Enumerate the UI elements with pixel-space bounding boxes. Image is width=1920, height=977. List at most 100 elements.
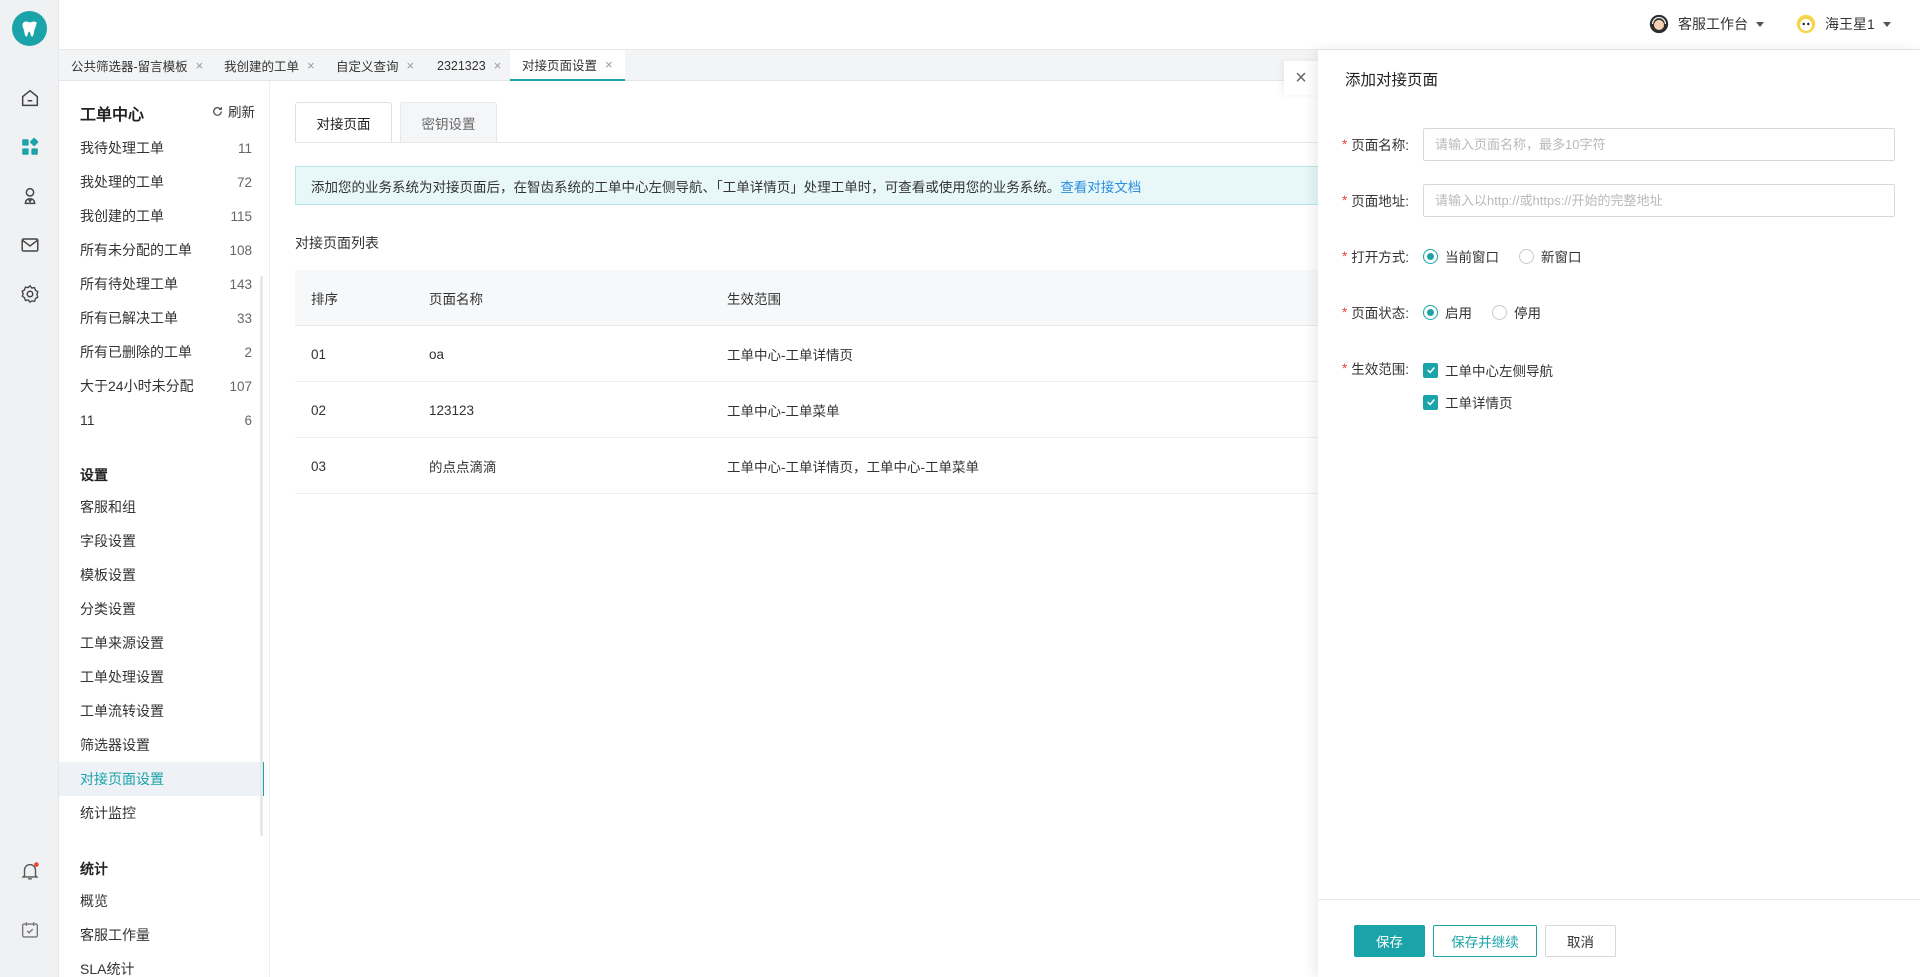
icon-sidebar: [0, 0, 59, 977]
subtab-label: 密钥设置: [421, 116, 476, 132]
sidebar-item-label: 我待处理工单: [80, 140, 164, 156]
page-url-input[interactable]: [1423, 184, 1895, 217]
sidebar-item-agents-groups[interactable]: 客服和组: [59, 490, 264, 524]
radio-label: 当前窗口: [1445, 250, 1499, 265]
row-order: 01: [311, 346, 327, 362]
ticket-sidebar: 工单中心 刷新 我待处理工单 11 我处理的工单 72 我创建的工单 115 所有未分…: [59, 81, 270, 977]
dashboard-icon[interactable]: [17, 134, 43, 160]
required-mark: *: [1342, 192, 1348, 208]
row-scope: 工单中心-工单详情页，工单中心-工单菜单: [727, 460, 979, 475]
workspace-menu[interactable]: 客服工作台: [1648, 13, 1764, 35]
sidebar-item-count: 72: [236, 174, 252, 190]
sidebar-item-my-pending[interactable]: 我待处理工单 11: [59, 131, 264, 165]
tab-public-filter[interactable]: 公共筛选器-留言模板 ×: [59, 50, 215, 81]
sidebar-item-all-pending[interactable]: 所有待处理工单 143: [59, 267, 264, 301]
user-menu[interactable]: 海王星1: [1795, 13, 1891, 35]
calendar-icon[interactable]: [17, 917, 43, 943]
tab-my-created[interactable]: 我创建的工单 ×: [212, 50, 327, 81]
save-button[interactable]: 保存: [1354, 925, 1425, 957]
sidebar-item-label: 大于24小时未分配: [80, 378, 194, 394]
sidebar-item-overview[interactable]: 概览: [59, 884, 264, 918]
sidebar-item-label: 所有已解决工单: [80, 310, 178, 326]
sidebar-item-count: 107: [229, 378, 252, 394]
customer-icon[interactable]: [17, 183, 43, 209]
page-status-radio-group: 启用 停用: [1423, 296, 1561, 328]
row-scope: 工单中心-工单菜单: [727, 404, 840, 419]
row-name: oa: [429, 346, 445, 362]
checkbox-ticket-left-nav[interactable]: 工单中心左侧导航: [1423, 360, 1553, 380]
cancel-button[interactable]: 取消: [1545, 925, 1616, 957]
drawer-close-button[interactable]: ×: [1284, 61, 1318, 95]
column-header-order: 排序: [311, 292, 338, 307]
checkbox-checked-icon: [1423, 362, 1438, 378]
sidebar-item-label: 客服和组: [80, 499, 136, 515]
tab-integration-pages[interactable]: 对接页面: [295, 102, 392, 142]
sidebar-item-integration-page-settings[interactable]: 对接页面设置: [59, 762, 264, 796]
sidebar-item-over-24h-unassigned[interactable]: 大于24小时未分配 107: [59, 369, 264, 403]
sidebar-item-label: 对接页面设置: [80, 771, 164, 787]
subtab-label: 对接页面: [316, 116, 371, 132]
sidebar-item-monitoring[interactable]: 统计监控: [59, 796, 264, 830]
sidebar-item-custom-11[interactable]: 11 6: [59, 403, 264, 437]
tab-label: 公共筛选器-留言模板: [71, 60, 188, 74]
mail-icon[interactable]: [17, 232, 43, 258]
sidebar-item-flow-settings[interactable]: 工单流转设置: [59, 694, 264, 728]
sidebar-item-label: 工单处理设置: [80, 669, 164, 685]
sidebar-item-label: 我创建的工单: [80, 208, 164, 224]
required-mark: *: [1342, 248, 1348, 264]
app-logo[interactable]: [12, 11, 47, 46]
tab-key-settings[interactable]: 密钥设置: [400, 102, 497, 142]
sidebar-item-label: 所有已删除的工单: [80, 344, 192, 360]
sidebar-item-sla-stats[interactable]: SLA统计: [59, 952, 264, 977]
page-name-input[interactable]: [1423, 128, 1895, 161]
checkbox-ticket-detail-page[interactable]: 工单详情页: [1423, 392, 1513, 412]
sidebar-item-all-resolved[interactable]: 所有已解决工单 33: [59, 301, 264, 335]
sidebar-item-label: 所有未分配的工单: [80, 242, 192, 258]
tab-2321323[interactable]: 2321323 ×: [425, 50, 513, 81]
settings-gear-icon[interactable]: [17, 281, 43, 307]
radio-enabled[interactable]: 启用: [1423, 302, 1472, 322]
sidebar-item-category-settings[interactable]: 分类设置: [59, 592, 264, 626]
field-label-text: 页面名称:: [1351, 138, 1410, 153]
close-icon[interactable]: ×: [196, 58, 204, 73]
required-mark: *: [1342, 304, 1348, 320]
notice-text: 添加您的业务系统为对接页面后，在智齿系统的工单中心左侧导航、「工单详情页」处理工…: [311, 179, 1061, 195]
column-header-name: 页面名称: [429, 292, 483, 307]
refresh-button[interactable]: 刷新: [211, 101, 255, 121]
save-and-continue-button[interactable]: 保存并继续: [1433, 925, 1537, 957]
tab-custom-query[interactable]: 自定义查询 ×: [324, 50, 426, 81]
sidebar-item-all-deleted[interactable]: 所有已删除的工单 2: [59, 335, 264, 369]
stats-section-title: 统计: [80, 861, 108, 877]
add-integration-page-drawer: 添加对接页面 *页面名称: *页面地址: *打开方式: 当前窗口 新窗口 *页面…: [1318, 50, 1920, 977]
bell-icon[interactable]: [17, 858, 43, 884]
sidebar-item-handling-settings[interactable]: 工单处理设置: [59, 660, 264, 694]
close-icon[interactable]: ×: [494, 58, 502, 73]
view-docs-link[interactable]: 查看对接文档: [1060, 176, 1141, 196]
close-icon[interactable]: ×: [307, 58, 315, 73]
sidebar-item-label: 模板设置: [80, 567, 136, 583]
radio-disabled[interactable]: 停用: [1492, 302, 1541, 322]
tab-label: 自定义查询: [336, 60, 399, 74]
sidebar-item-all-unassigned[interactable]: 所有未分配的工单 108: [59, 233, 264, 267]
row-scope: 工单中心-工单详情页: [727, 348, 853, 363]
sidebar-item-filter-settings[interactable]: 筛选器设置: [59, 728, 264, 762]
sidebar-item-source-settings[interactable]: 工单来源设置: [59, 626, 264, 660]
chevron-down-icon: [1756, 21, 1764, 27]
radio-new-window[interactable]: 新窗口: [1519, 246, 1582, 266]
sidebar-item-template-settings[interactable]: 模板设置: [59, 558, 264, 592]
sidebar-item-field-settings[interactable]: 字段设置: [59, 524, 264, 558]
user-name: 海王星1: [1825, 16, 1875, 32]
sidebar-item-my-created[interactable]: 我创建的工单 115: [59, 199, 264, 233]
radio-current-window[interactable]: 当前窗口: [1423, 246, 1499, 266]
sidebar-scrollbar[interactable]: [260, 276, 263, 836]
scope-label: * 生效范围:: [1342, 352, 1409, 384]
tab-label: 对接页面设置: [522, 59, 598, 73]
sidebar-item-my-handled[interactable]: 我处理的工单 72: [59, 165, 264, 199]
tab-integration-page-settings[interactable]: 对接页面设置 ×: [510, 50, 625, 81]
radio-selected-icon: [1423, 304, 1438, 320]
sidebar-item-agent-workload[interactable]: 客服工作量: [59, 918, 264, 952]
close-icon[interactable]: ×: [605, 57, 613, 72]
radio-selected-icon: [1423, 248, 1438, 264]
close-icon[interactable]: ×: [407, 58, 415, 73]
home-icon[interactable]: [17, 85, 43, 111]
